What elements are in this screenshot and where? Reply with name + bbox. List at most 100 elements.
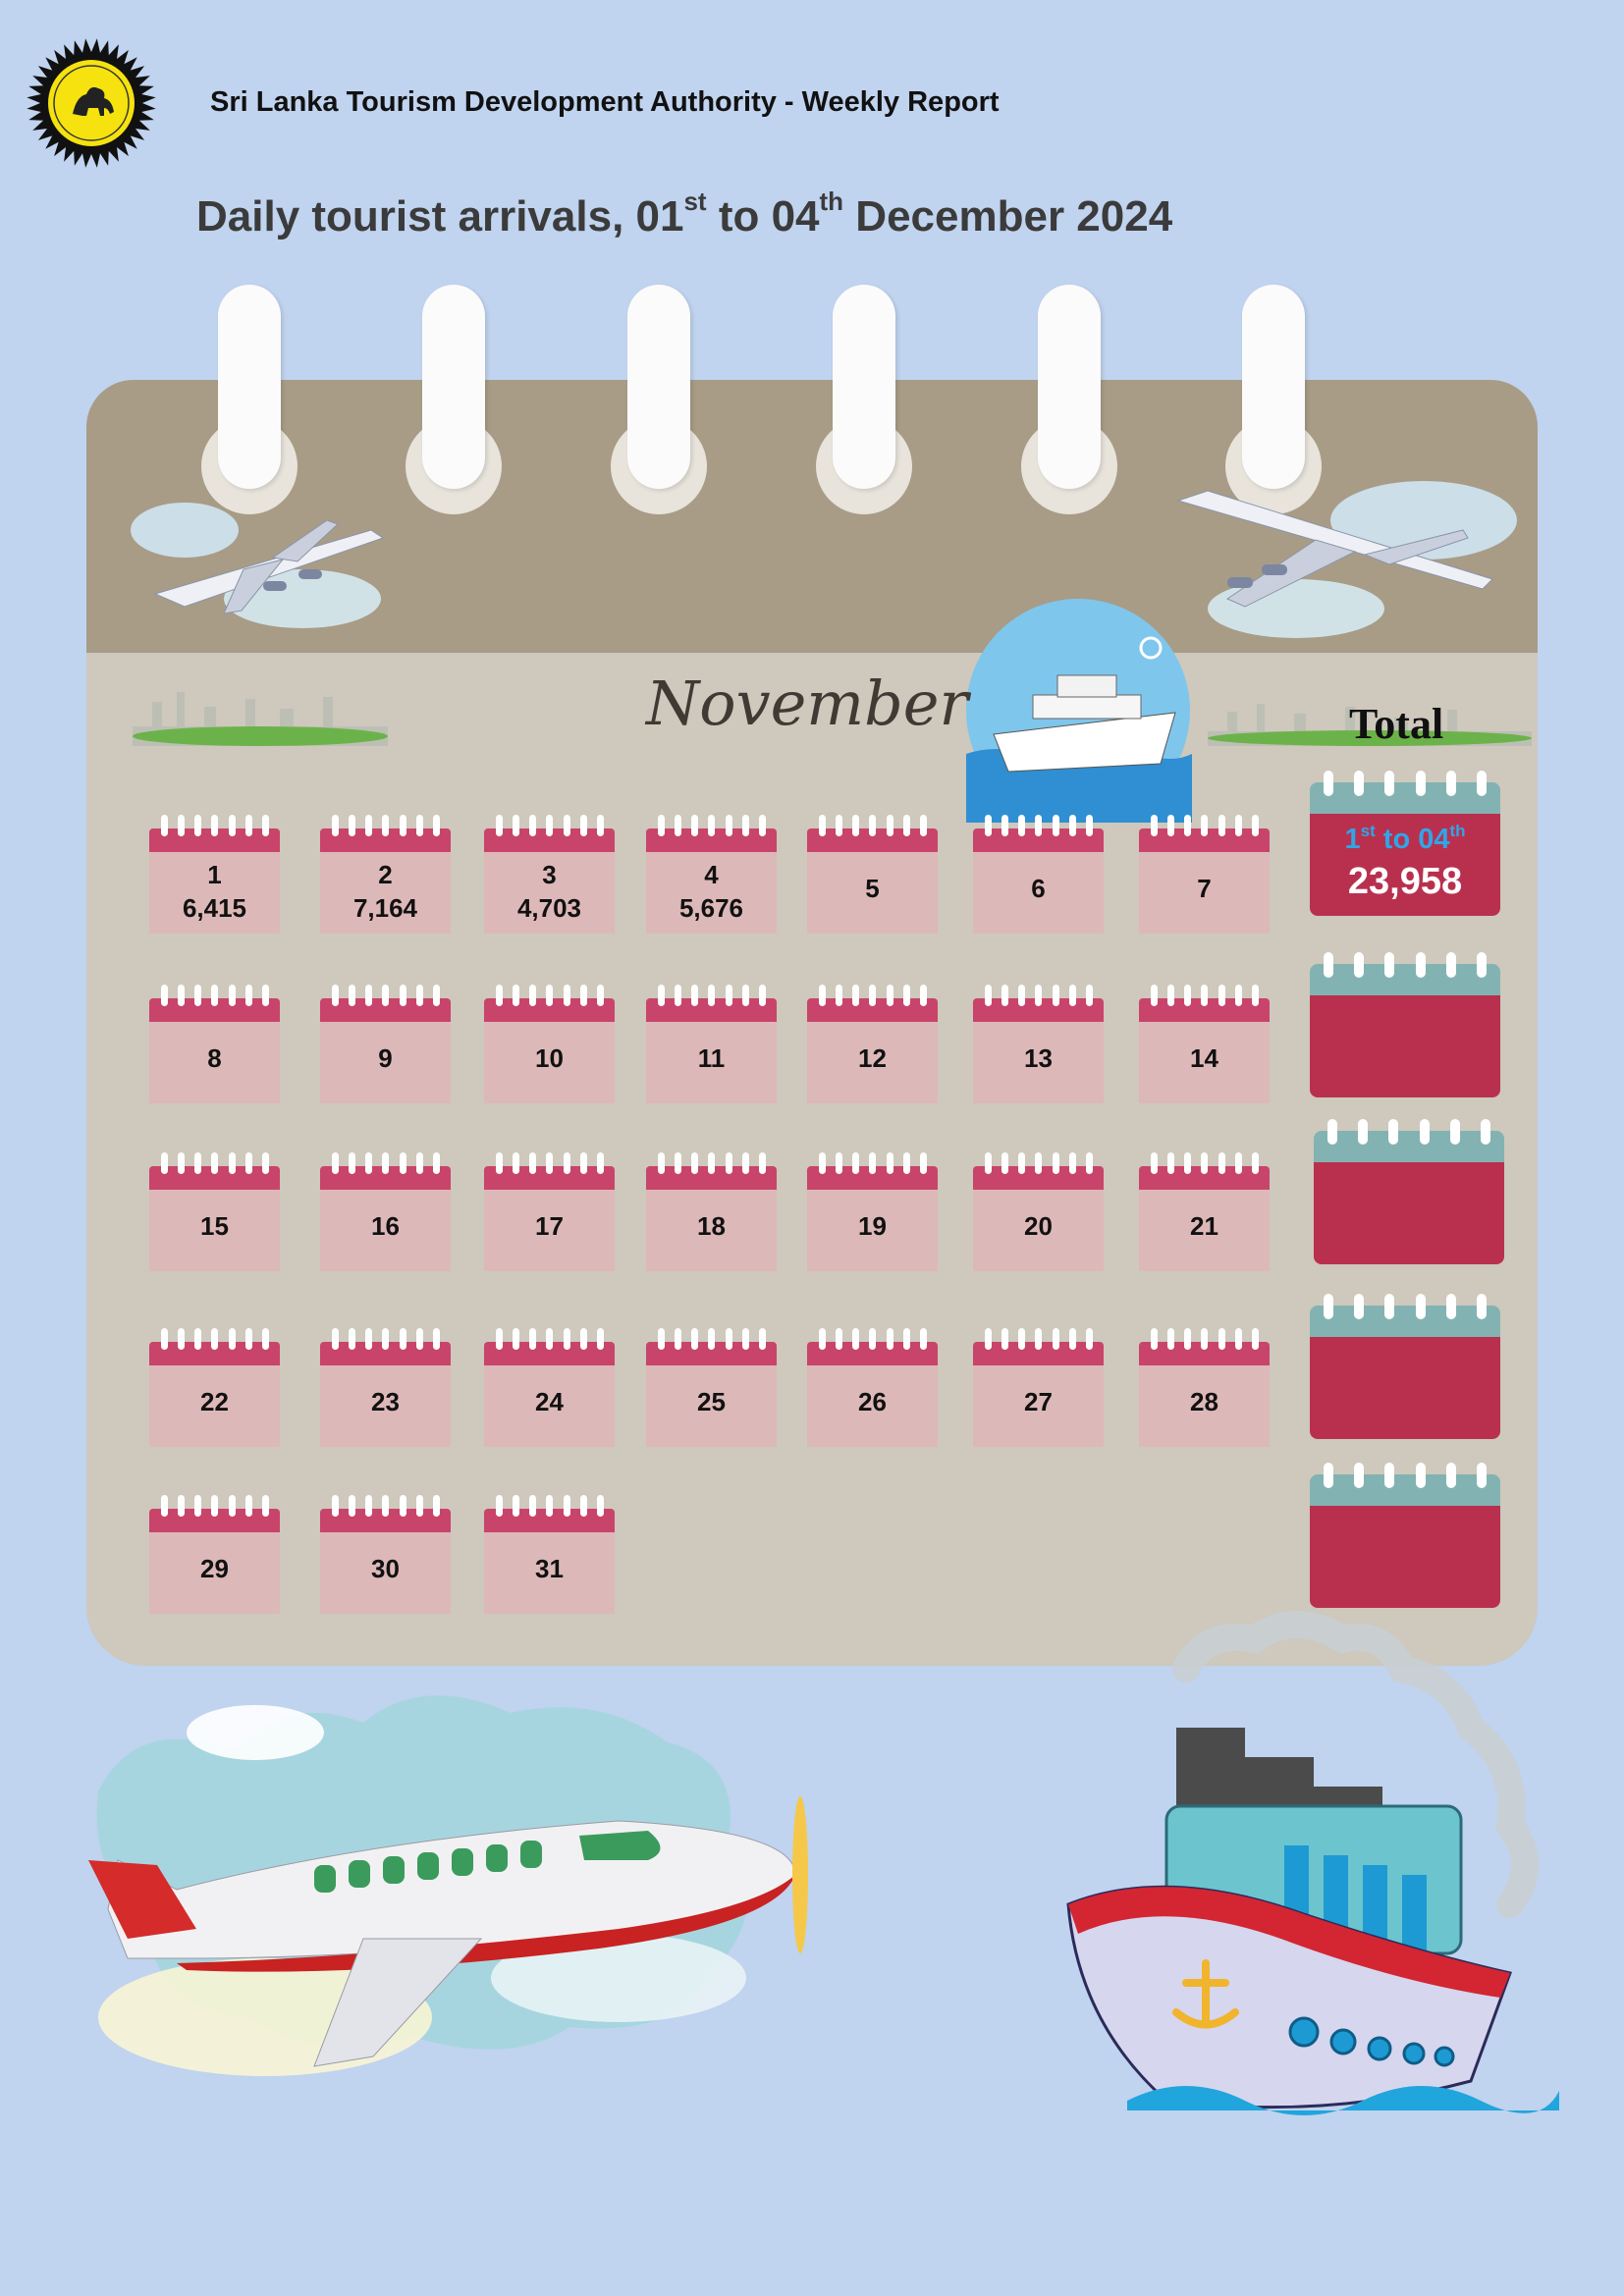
cruise-ship-icon <box>966 599 1192 823</box>
day-number: 30 <box>371 1554 400 1583</box>
day-card-spiral <box>658 815 766 842</box>
binder-ring <box>218 285 281 489</box>
day-number: 13 <box>1024 1043 1053 1073</box>
total-card <box>1310 1463 1500 1608</box>
day-card: 22 <box>149 1328 280 1447</box>
day-card: 3 4,703 <box>484 815 615 934</box>
day-card: 27 <box>973 1328 1104 1447</box>
day-card-spiral <box>496 1495 604 1522</box>
page-title: Daily tourist arrivals, 01st to 04th Dec… <box>196 187 1173 240</box>
day-card: 10 <box>484 985 615 1103</box>
day-card: 30 <box>320 1495 451 1614</box>
day-number: 31 <box>535 1554 564 1583</box>
day-number: 14 <box>1190 1043 1218 1073</box>
day-number: 2 <box>378 860 393 889</box>
total-label: Total <box>1349 700 1444 748</box>
total-card-spiral <box>1324 771 1487 800</box>
binder-ring <box>833 285 895 489</box>
day-card: 24 <box>484 1328 615 1447</box>
day-card: 2 7,164 <box>320 815 451 934</box>
day-card: 1 6,415 <box>149 815 280 934</box>
day-card-spiral <box>161 985 269 1012</box>
total-range: 1st to 04th <box>1344 822 1466 855</box>
day-card-spiral <box>161 815 269 842</box>
day-number: 20 <box>1024 1211 1053 1241</box>
binder-ring <box>627 285 690 489</box>
day-number: 27 <box>1024 1387 1053 1416</box>
binder-ring <box>1038 285 1101 489</box>
day-card: 14 <box>1139 985 1270 1103</box>
day-card-spiral <box>332 1152 440 1180</box>
day-number: 9 <box>378 1043 393 1073</box>
day-number: 19 <box>858 1211 887 1241</box>
total-card <box>1310 952 1500 1097</box>
day-number: 26 <box>858 1387 887 1416</box>
day-card: 21 <box>1139 1152 1270 1271</box>
total-card-spiral <box>1324 952 1487 982</box>
day-card: 18 <box>646 1152 777 1271</box>
day-card: 4 5,676 <box>646 815 777 934</box>
day-card: 26 <box>807 1328 938 1447</box>
org-title: Sri Lanka Tourism Development Authority … <box>210 86 1000 118</box>
day-arrivals: 4,703 <box>516 893 582 923</box>
day-card: 5 <box>807 815 938 934</box>
cartoon-airplane-icon <box>88 1695 808 2076</box>
day-card-spiral <box>496 815 604 842</box>
binder-ring <box>1242 285 1305 489</box>
day-card: 12 <box>807 985 938 1103</box>
day-card-spiral <box>332 815 440 842</box>
total-card-spiral <box>1324 1294 1487 1323</box>
day-number: 28 <box>1190 1387 1218 1416</box>
day-card-spiral <box>985 1328 1093 1356</box>
total-card-spiral <box>1324 1463 1487 1492</box>
day-number: 25 <box>697 1387 726 1416</box>
day-card-spiral <box>161 1328 269 1356</box>
day-number: 7 <box>1197 874 1212 903</box>
day-number: 11 <box>697 1043 726 1073</box>
day-card: 17 <box>484 1152 615 1271</box>
day-card: 11 <box>646 985 777 1103</box>
day-number: 12 <box>858 1043 887 1073</box>
day-card: 7 <box>1139 815 1270 934</box>
day-number: 29 <box>200 1554 229 1583</box>
binder-ring <box>422 285 485 489</box>
day-number: 22 <box>200 1387 229 1416</box>
day-number: 24 <box>535 1387 564 1416</box>
day-number: 8 <box>207 1043 222 1073</box>
day-card-spiral <box>161 1495 269 1522</box>
day-number: 6 <box>1031 874 1046 903</box>
day-card-spiral <box>658 985 766 1012</box>
day-card-spiral <box>496 985 604 1012</box>
day-number: 17 <box>535 1211 564 1241</box>
day-number: 21 <box>1190 1211 1218 1241</box>
day-arrivals: 7,164 <box>352 893 418 923</box>
day-card: 19 <box>807 1152 938 1271</box>
day-card-spiral <box>658 1152 766 1180</box>
day-card-spiral <box>1151 815 1259 842</box>
airplane-icon <box>131 503 385 628</box>
day-number: 18 <box>697 1211 726 1241</box>
day-card-spiral <box>985 815 1093 842</box>
day-card-spiral <box>819 1152 927 1180</box>
day-number: 4 <box>704 860 719 889</box>
day-card: 6 <box>973 815 1104 934</box>
day-number: 16 <box>371 1211 400 1241</box>
day-card-spiral <box>332 985 440 1012</box>
day-number: 3 <box>542 860 557 889</box>
day-card-spiral <box>985 1152 1093 1180</box>
total-card-page <box>1310 1337 1500 1439</box>
day-number: 10 <box>535 1043 564 1073</box>
total-card: 1st to 04th 23,958 <box>1310 771 1500 916</box>
airplane-icon <box>1176 481 1517 638</box>
day-card-spiral <box>819 1328 927 1356</box>
city-skyline-icon <box>133 692 388 746</box>
day-card-spiral <box>819 985 927 1012</box>
day-arrivals: 6,415 <box>182 893 247 923</box>
day-card-spiral <box>658 1328 766 1356</box>
sltda-emblem-logo <box>27 38 156 168</box>
day-number: 5 <box>865 874 880 903</box>
day-number: 1 <box>207 860 222 889</box>
day-card: 25 <box>646 1328 777 1447</box>
day-card-spiral <box>496 1152 604 1180</box>
total-card-page <box>1310 995 1500 1097</box>
